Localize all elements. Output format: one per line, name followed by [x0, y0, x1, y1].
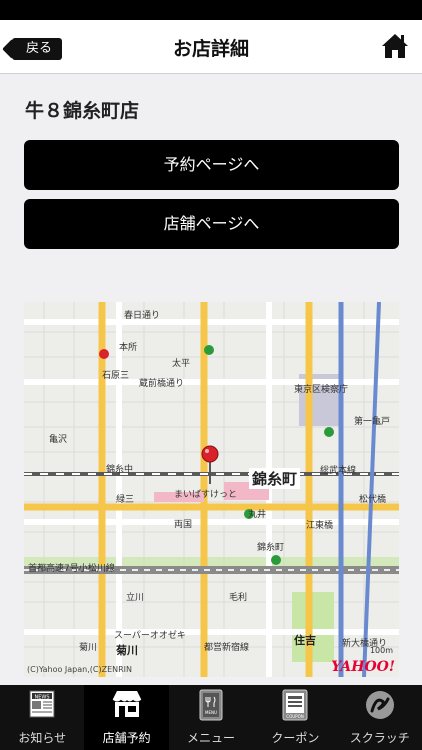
map-label-kuramae: 蔵前橋通り — [139, 379, 185, 389]
map-label-sobu-line: 総武本線 — [320, 466, 357, 476]
map-label-kameizawa: 亀沢 — [49, 435, 68, 445]
map-label-marui: 丸井 — [248, 510, 267, 520]
svg-text:COUPON: COUPON — [287, 714, 304, 719]
tab-news[interactable]: NEWS お知らせ — [0, 685, 84, 750]
reserve-page-button[interactable]: 予約ページへ — [24, 140, 399, 190]
tab-menu-label: メニュー — [186, 731, 235, 745]
home-icon[interactable] — [380, 31, 410, 61]
map-label-ishiwara: 石原三 — [102, 371, 130, 381]
scratch-icon — [365, 691, 394, 719]
store-name: 牛８錦糸町店 — [25, 100, 140, 122]
tab-coupon[interactable]: COUPON クーポン — [253, 685, 337, 750]
map-label-toei: 都営新宿線 — [204, 643, 250, 653]
tab-store-reserve[interactable]: 店舗予約 — [84, 685, 169, 750]
map-label-kinshi-naka: 錦糸中 — [106, 465, 134, 475]
store-icon — [112, 691, 141, 717]
map-label-kikukawa-area: 菊川 — [79, 643, 98, 653]
map-label-mori: 毛利 — [229, 593, 248, 603]
store-page-button[interactable]: 店舗ページへ — [24, 199, 399, 249]
svg-text:NEWS: NEWS — [35, 695, 50, 701]
map-label-midori: 緑三 — [116, 495, 135, 505]
map-label-super: スーパーオオゼキ — [114, 631, 186, 641]
map-credit: (C)Yahoo Japan,(C)ZENRIN — [27, 665, 133, 674]
map-label-prosecutor: 東京区検察庁 — [294, 385, 349, 395]
map-label-kasugano: 春日通り — [124, 311, 161, 321]
map-label-kotobashi: 江東橋 — [306, 521, 334, 531]
map-station-sumiyoshi: 住吉 — [294, 634, 316, 647]
map-label-shutoko: 首都高速7号小松川線 — [28, 564, 115, 574]
page-title: お店詳細 — [172, 38, 249, 60]
map-label-matsuyo: 松代橋 — [359, 495, 387, 505]
tab-scratch[interactable]: スクラッチ — [338, 685, 422, 750]
tab-news-label: お知らせ — [18, 731, 67, 745]
tab-bar: NEWS お知らせ 店舗予約 MENU メニュー COUPON クーポン スクラ… — [0, 685, 422, 750]
tab-store-reserve-label: 店舗予約 — [102, 731, 151, 745]
map-label-kinshicho-road: 錦糸町 — [257, 543, 285, 553]
tab-coupon-label: クーポン — [271, 731, 320, 745]
yahoo-logo: YAHOO! — [331, 659, 395, 675]
map-label-mainisu: まいばすけっと — [174, 490, 238, 500]
map-label-kitahiro: 立川 — [126, 593, 145, 603]
svg-text:MENU: MENU — [205, 710, 217, 715]
coupon-icon: COUPON — [282, 689, 308, 721]
news-icon: NEWS — [29, 690, 55, 718]
status-bar — [0, 0, 422, 20]
map-label-honjo: 本所 — [119, 343, 138, 353]
store-map[interactable]: 春日通り 本所 石原三 蔵前橋通り 太平 亀沢 錦糸中 緑三 両国 総武本線 首… — [24, 302, 399, 677]
map-label-ginza: 第一亀戸 — [354, 417, 391, 427]
map-label-ryogoku: 両国 — [174, 520, 193, 530]
map-label-taihei: 太平 — [172, 359, 191, 369]
map-station-kinshicho: 錦糸町 — [249, 468, 301, 489]
map-scale: 100m — [369, 646, 393, 655]
back-button-label: 戻る — [26, 41, 53, 56]
map-station-kikukawa: 菊川 — [116, 644, 138, 657]
navigation-bar: 戻る お店詳細 — [0, 20, 422, 74]
tab-scratch-label: スクラッチ — [349, 731, 410, 745]
menu-book-icon: MENU — [199, 689, 223, 721]
tab-menu[interactable]: MENU メニュー — [169, 685, 253, 750]
